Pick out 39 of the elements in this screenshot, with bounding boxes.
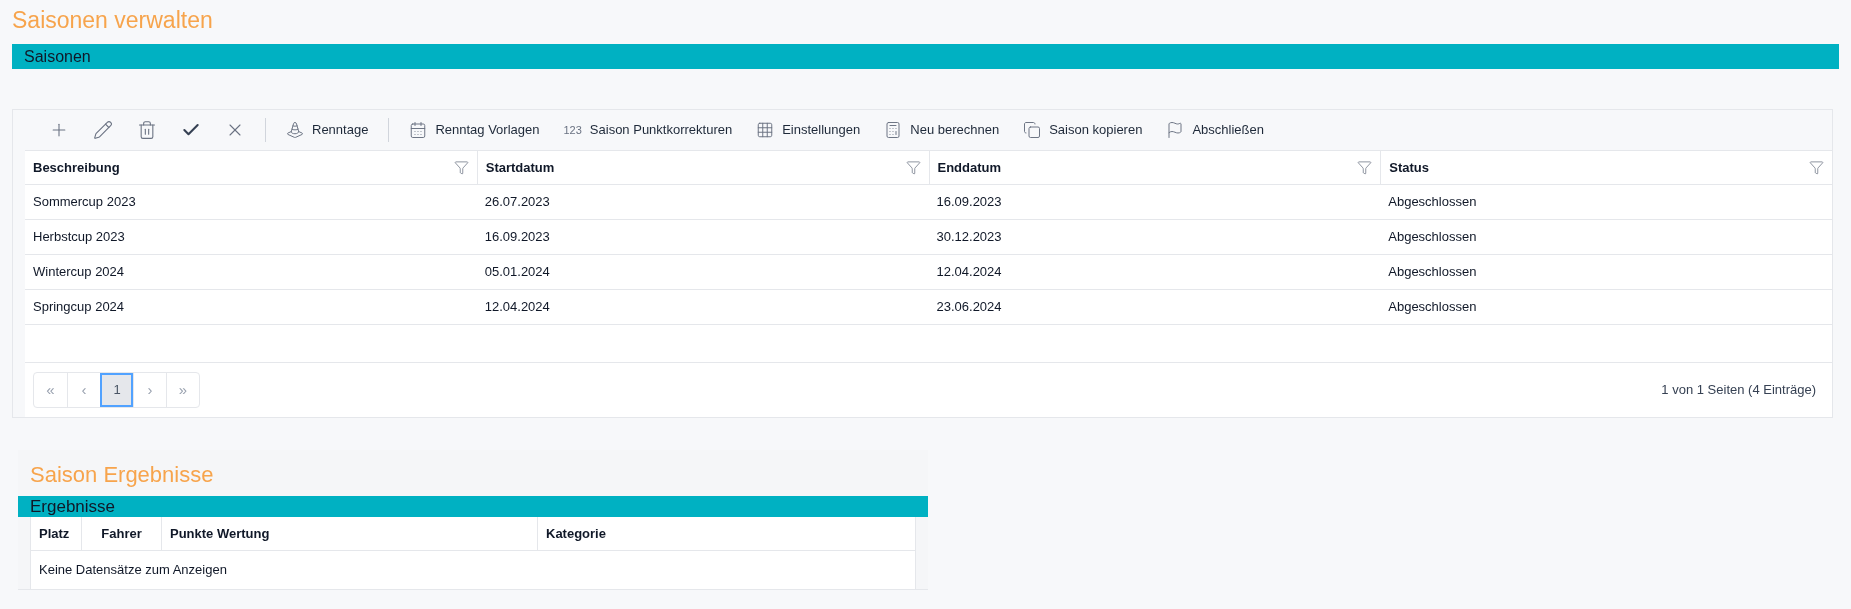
toolbar-button[interactable]: Neu berechnen xyxy=(872,112,1012,148)
toolbar-button[interactable]: Einstellungen xyxy=(744,112,873,148)
toolbar-button[interactable]: Renntag Vorlagen xyxy=(397,112,552,148)
column-header[interactable]: Status xyxy=(1380,151,1832,184)
table-cell-text: Abgeschlossen xyxy=(1387,228,1478,247)
column-header[interactable]: Platz xyxy=(31,517,81,550)
section-header: Saisonen xyxy=(12,44,1839,69)
table-cell-text: Abgeschlossen xyxy=(1387,193,1478,212)
table-cell-text: 23.06.2024 xyxy=(935,298,1003,317)
table-cell-text: 16.09.2023 xyxy=(935,193,1003,212)
column-header[interactable]: Beschreibung xyxy=(25,151,477,184)
table-cell-text: Sommercup 2023 xyxy=(32,193,137,212)
section-title: Saison Ergebnisse xyxy=(29,461,215,489)
table-cell-text: 05.01.2024 xyxy=(483,263,551,282)
page-button[interactable]: 1 xyxy=(100,373,133,407)
table-cell-text: Abgeschlossen xyxy=(1387,263,1478,282)
section-header: Ergebnisse xyxy=(18,496,928,517)
column-header[interactable]: Enddatum xyxy=(928,151,1381,184)
column-header[interactable]: Fahrer xyxy=(81,517,161,550)
table-cell-text: 26.07.2023 xyxy=(483,193,551,212)
page-info: 1 von 1 Seiten (4 Einträge) xyxy=(1661,381,1816,400)
page-title: Saisonen verwalten xyxy=(12,6,214,35)
table-cell-text: 12.04.2024 xyxy=(935,263,1003,282)
numbers-glyph: 123 xyxy=(563,122,582,138)
toolbar-button[interactable]: 123 Saison Punktkorrekturen xyxy=(551,112,745,148)
table-cell-text: 12.04.2024 xyxy=(483,298,551,317)
table-cell-text: Herbstcup 2023 xyxy=(32,228,126,247)
table-cell-text: 16.09.2023 xyxy=(483,228,551,247)
empty-message: Keine Datensätze zum Anzeigen xyxy=(39,561,227,580)
toolbar-button[interactable]: Saison kopieren xyxy=(1011,112,1155,148)
table-cell-text: 30.12.2023 xyxy=(935,228,1003,247)
toolbar-button[interactable]: Abschließen xyxy=(1154,112,1276,148)
column-header[interactable]: Startdatum xyxy=(476,151,929,184)
table-cell-text: Springcup 2024 xyxy=(32,298,126,317)
toolbar-button[interactable]: Renntage xyxy=(274,112,381,148)
column-header[interactable]: Punkte Wertung xyxy=(161,517,537,550)
column-header[interactable]: Kategorie xyxy=(537,517,915,550)
table-cell-text: Wintercup 2024 xyxy=(32,263,126,282)
table-cell-text: Abgeschlossen xyxy=(1387,298,1478,317)
